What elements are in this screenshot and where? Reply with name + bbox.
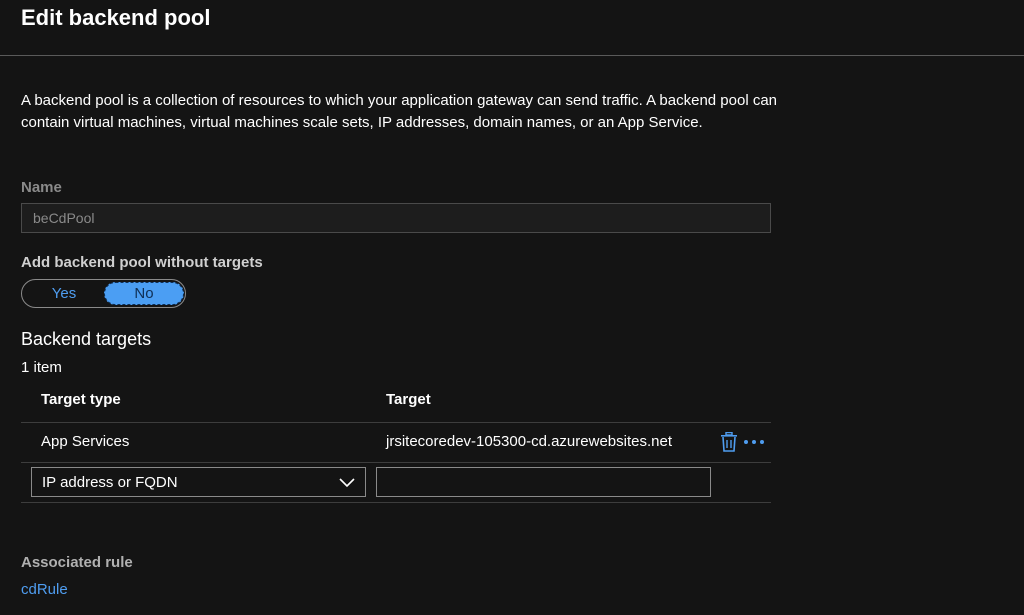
row-target-type: App Services: [41, 433, 130, 450]
toggle-option-no[interactable]: No: [104, 282, 184, 305]
without-targets-toggle: Yes No: [21, 279, 186, 308]
table-divider: [21, 422, 771, 423]
associated-rule-link[interactable]: cdRule: [21, 581, 68, 598]
target-type-select-value: IP address or FQDN: [42, 474, 178, 491]
description-text: A backend pool is a collection of resour…: [21, 92, 778, 131]
target-type-select[interactable]: IP address or FQDN: [31, 467, 366, 497]
toggle-option-yes[interactable]: Yes: [24, 282, 104, 305]
row-target-value: jrsitecoredev-105300-cd.azurewebsites.ne…: [386, 433, 672, 450]
backend-targets-heading: Backend targets: [21, 329, 152, 349]
more-icon[interactable]: [743, 434, 765, 450]
blade-header: Edit backend pool: [0, 0, 1024, 56]
without-targets-label: Add backend pool without targets: [21, 254, 263, 271]
target-input[interactable]: [376, 467, 711, 497]
chevron-down-icon: [339, 478, 355, 488]
name-input[interactable]: [21, 203, 771, 233]
trash-icon[interactable]: [720, 432, 738, 452]
table-divider: [21, 502, 771, 503]
column-header-target: Target: [386, 391, 431, 408]
item-count: 1 item: [21, 359, 62, 376]
name-label: Name: [21, 179, 62, 196]
page-title: Edit backend pool: [21, 5, 211, 30]
column-header-target-type: Target type: [41, 391, 121, 408]
table-divider: [21, 462, 771, 463]
associated-rule-label: Associated rule: [21, 554, 133, 571]
